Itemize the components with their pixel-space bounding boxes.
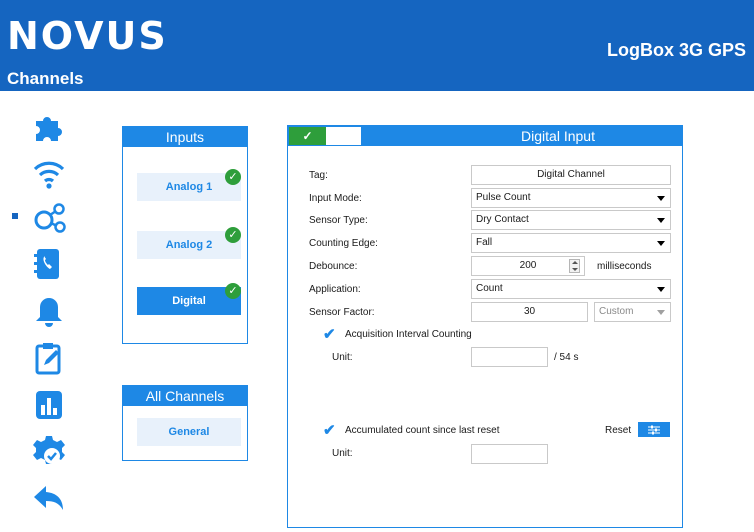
chevron-down-icon [657, 241, 665, 246]
debounce-spinner[interactable] [569, 259, 580, 273]
sensor-type-label: Sensor Type: [309, 215, 368, 226]
check-icon: ✓ [289, 127, 326, 145]
chevron-down-icon [657, 310, 665, 315]
sliders-icon [648, 425, 660, 434]
sensor-type-select[interactable]: Dry Contact [471, 210, 671, 230]
tag-label: Tag: [309, 170, 328, 181]
sensor-factor-input[interactable]: 30 [471, 302, 588, 322]
acc-unit-input[interactable] [471, 444, 548, 464]
sensor-factor-mode-value: Custom [599, 306, 634, 317]
phone-book-icon[interactable] [31, 246, 67, 282]
application-value: Count [476, 283, 503, 294]
debounce-label: Debounce: [309, 261, 358, 272]
application-select[interactable]: Count [471, 279, 671, 299]
page-title: Channels [7, 69, 84, 88]
debounce-input[interactable]: 200 [471, 256, 585, 276]
reset-label: Reset [605, 425, 632, 436]
acq-interval-label: Acquisition Interval Counting [345, 329, 472, 340]
channel-enable-toggle[interactable]: ✓ [288, 126, 362, 146]
chevron-down-icon [657, 196, 665, 201]
input-mode-value: Pulse Count [476, 192, 531, 203]
novus-logo: NOVUS [7, 14, 168, 58]
clipboard-edit-icon[interactable] [31, 340, 67, 376]
sensor-factor-label: Sensor Factor: [309, 307, 375, 318]
inputs-panel-title: Inputs [123, 127, 247, 147]
bell-icon[interactable] [31, 294, 67, 330]
counting-edge-label: Counting Edge: [309, 238, 378, 249]
check-icon: ✓ [225, 227, 241, 243]
general-label: General [168, 426, 210, 438]
chevron-down-icon [657, 218, 665, 223]
toggle-off-segment [326, 127, 361, 145]
acq-unit-label: Unit: [332, 352, 353, 363]
application-label: Application: [309, 284, 361, 295]
reset-button[interactable] [638, 422, 670, 437]
chevron-down-icon [657, 287, 665, 292]
tag-input[interactable]: Digital Channel [471, 165, 671, 185]
all-channels-title: All Channels [123, 386, 247, 406]
acq-unit-input[interactable] [471, 347, 548, 367]
accumulated-label: Accumulated count since last reset [345, 425, 500, 436]
accumulated-checkbox[interactable]: ✔ [323, 423, 336, 438]
channel-label: Analog 1 [165, 181, 213, 193]
acq-interval-checkbox[interactable]: ✔ [323, 327, 336, 342]
all-channels-panel: All Channels General [122, 385, 248, 461]
active-item-marker [12, 213, 18, 219]
debounce-value: 200 [519, 260, 537, 271]
channel-label: Digital [172, 295, 206, 307]
digital-input-title: Digital Input [521, 128, 595, 144]
check-icon: ✓ [225, 169, 241, 185]
counting-edge-value: Fall [476, 237, 493, 248]
settings-check-icon[interactable] [31, 433, 67, 469]
acc-unit-label: Unit: [332, 448, 353, 459]
channel-label: Analog 2 [165, 239, 213, 251]
sensor-type-value: Dry Contact [476, 214, 529, 225]
sensor-factor-mode-select[interactable]: Custom [594, 302, 671, 322]
input-mode-label: Input Mode: [309, 193, 362, 204]
bar-chart-icon[interactable] [31, 387, 67, 423]
wifi-icon[interactable] [31, 156, 67, 192]
device-name: LogBox 3G GPS [606, 40, 746, 60]
digital-input-panel: ✓ Digital Input Tag: Digital Channel Inp… [287, 125, 683, 528]
back-arrow-icon[interactable] [31, 480, 67, 516]
debounce-unit: milliseconds [597, 261, 652, 272]
inputs-panel: Inputs Analog 1 ✓ Analog 2 ✓ Digital ✓ [122, 126, 248, 344]
app-header: NOVUS Channels LogBox 3G GPS [0, 0, 754, 91]
channels-icon[interactable] [31, 200, 67, 236]
input-mode-select[interactable]: Pulse Count [471, 188, 671, 208]
general-button[interactable]: General [137, 418, 241, 446]
puzzle-icon[interactable] [31, 109, 67, 145]
counting-edge-select[interactable]: Fall [471, 233, 671, 253]
acq-interval-suffix: / 54 s [554, 352, 579, 363]
check-icon: ✓ [225, 283, 241, 299]
